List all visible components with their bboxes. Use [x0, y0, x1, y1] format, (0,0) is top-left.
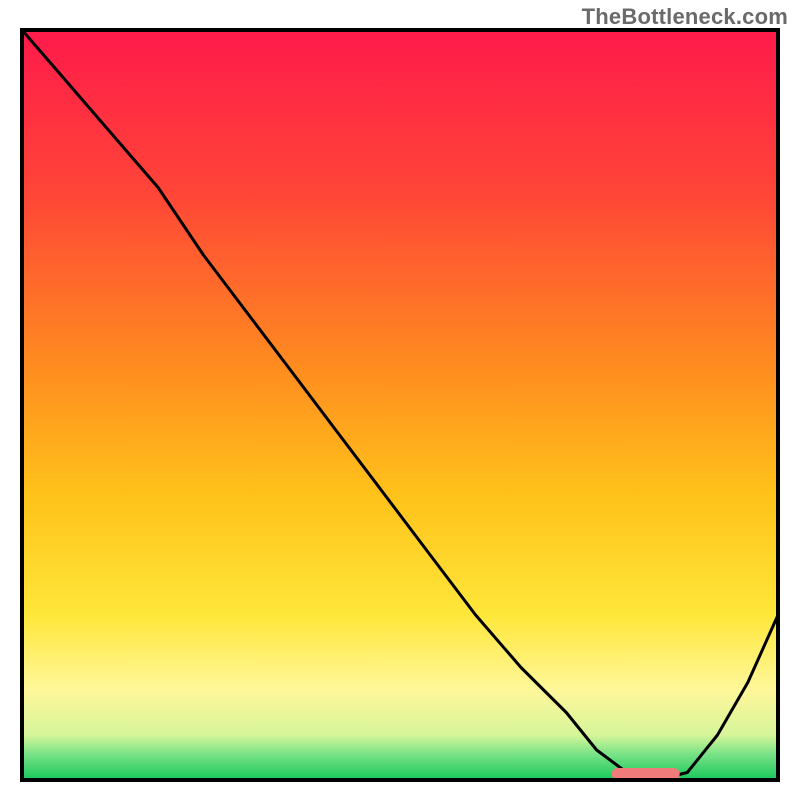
chart-container: TheBottleneck.com	[0, 0, 800, 800]
watermark-text: TheBottleneck.com	[582, 4, 788, 30]
bottleneck-chart	[0, 0, 800, 800]
chart-background	[22, 30, 778, 780]
